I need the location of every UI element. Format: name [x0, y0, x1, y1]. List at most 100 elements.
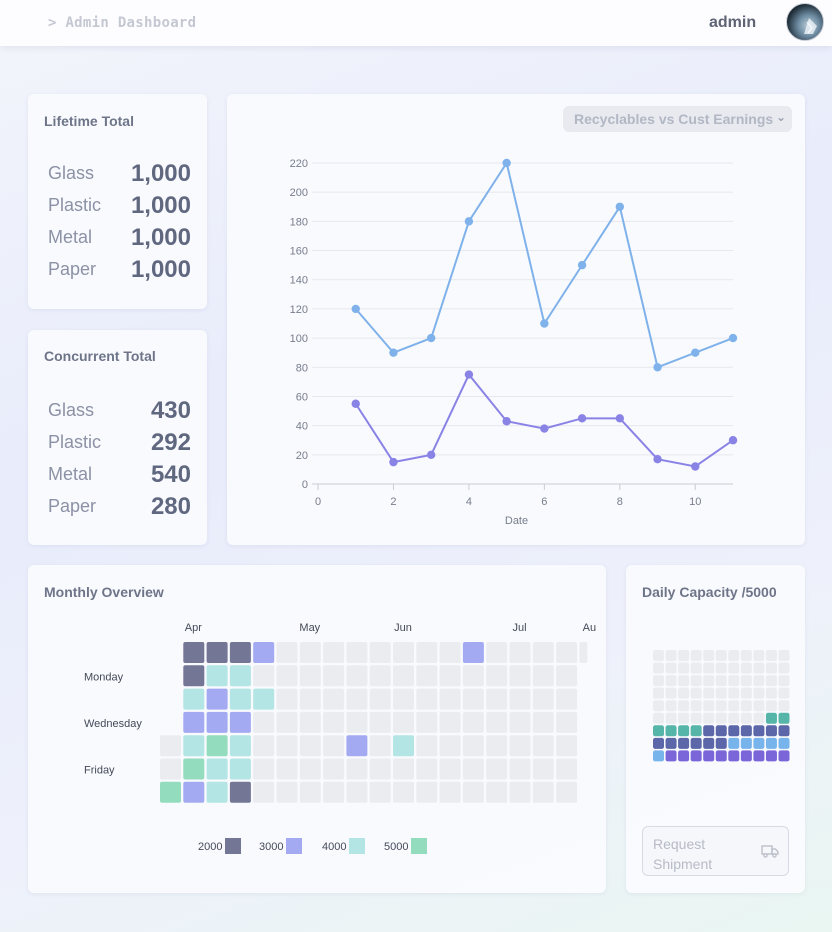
heatmap-cell: [206, 688, 228, 710]
capacity-cell: [778, 712, 790, 724]
capacity-cell: [703, 662, 715, 674]
capacity-cell: [740, 712, 752, 724]
data-point: [691, 348, 700, 357]
data-point: [426, 450, 436, 460]
heatmap-cell: [416, 758, 438, 780]
data-point: [426, 333, 436, 343]
username[interactable]: admin: [709, 14, 756, 32]
heatmap-cell: [299, 781, 321, 803]
capacity-cell: [728, 700, 740, 712]
heatmap-cell: [579, 642, 588, 663]
y-tick-label: 140: [290, 275, 308, 287]
heatmap-cell: [323, 711, 345, 733]
heatmap-cell: [346, 711, 368, 733]
legend-label: 3000: [259, 841, 283, 853]
heatmap-cell: [462, 665, 484, 687]
heatmap-cell: [462, 711, 484, 733]
capacity-cell: [715, 662, 727, 674]
capacity-cell: [728, 750, 740, 762]
heatmap-cell: [439, 735, 461, 757]
capacity-cell: [653, 675, 664, 687]
capacity-cell: [753, 700, 765, 712]
heatmap-cell: [253, 711, 275, 733]
heatmap-cell: [346, 781, 368, 803]
heatmap-cell: [323, 735, 345, 757]
heatmap-cell: [393, 758, 414, 780]
data-point: [351, 304, 360, 314]
heatmap-cell: [509, 735, 531, 757]
capacity-cell: [715, 687, 727, 699]
month-label: Au: [583, 622, 596, 634]
capacity-cell: [753, 687, 765, 699]
capacity-cell: [665, 675, 677, 687]
heatmap-cell: [346, 688, 368, 710]
heatmap-cell: [369, 781, 391, 803]
capacity-cell: [703, 650, 715, 661]
capacity-cell: [690, 750, 702, 762]
x-tick-label: 8: [617, 496, 623, 508]
capacity-cell: [778, 650, 790, 661]
y-tick-label: 40: [296, 421, 308, 433]
stat-value: 540: [150, 461, 191, 488]
heatmap-cell: [556, 711, 578, 733]
monthly-heatmap: Monthly Overview Apr May Jun Jul Au Monday Wed…: [44, 584, 596, 854]
heatmap-cell: [509, 758, 531, 780]
capacity-cell: [740, 700, 752, 712]
capacity-cell: [653, 737, 664, 749]
x-tick-label: 0: [315, 496, 321, 508]
request-shipment-button[interactable]: Request Shipment: [642, 826, 789, 876]
capacity-cell: [740, 737, 752, 749]
capacity-cell: [765, 725, 777, 737]
heatmap-cell: [229, 735, 251, 757]
stat-label: Plastic: [48, 195, 102, 215]
capacity-cell: [753, 675, 765, 687]
capacity-cell: [740, 725, 752, 737]
capacity-cell: [753, 662, 765, 674]
heatmap-cell: [253, 758, 275, 780]
capacity-cell: [728, 725, 740, 737]
heatmap-cell: [206, 758, 228, 780]
heatmap-cell: [532, 735, 554, 757]
day-label: Wednesday: [84, 718, 142, 730]
capacity-cell: [765, 650, 777, 661]
capacity-cell: [665, 750, 677, 762]
top-bar: > Admin Dashboard admin: [0, 0, 832, 46]
capacity-cell: [753, 737, 765, 749]
capacity-cell: [678, 675, 690, 687]
capacity-cell: [740, 687, 752, 699]
heatmap-cell: [532, 711, 554, 733]
breadcrumb[interactable]: > Admin Dashboard: [48, 15, 196, 31]
x-tick-label: 10: [689, 496, 701, 508]
heatmap-cell: [416, 642, 438, 663]
data-point: [728, 333, 738, 343]
heatmap-cell: [393, 735, 414, 757]
heatmap-cell: [486, 781, 508, 803]
heatmap-cell: [369, 642, 391, 663]
capacity-cell: [690, 675, 702, 687]
heatmap-cell: [462, 781, 484, 803]
data-point: [351, 399, 360, 408]
capacity-cell: [678, 700, 690, 712]
legend-label: 2000: [198, 841, 222, 853]
heatmap-cell: [276, 711, 298, 733]
line-chart-card: Recyclables vs Cust Earnings ⌄ 0 20 40 60 80…: [227, 94, 805, 545]
heatmap-cell: [323, 665, 345, 687]
heatmap-cell: [299, 758, 321, 780]
heatmap-cell: [160, 781, 181, 803]
avatar[interactable]: [786, 3, 824, 41]
heatmap-cell: [206, 642, 228, 663]
y-tick-label: 200: [290, 187, 308, 199]
heatmap-cell: [439, 642, 461, 663]
heatmap-cell: [183, 735, 205, 757]
monthly-overview-title: Monthly Overview: [44, 584, 164, 600]
heatmap-cell: [346, 735, 368, 757]
capacity-cell: [715, 725, 727, 737]
month-label: Jun: [394, 622, 412, 634]
heatmap-cell: [346, 642, 368, 663]
heatmap-cell: [462, 735, 484, 757]
y-tick-label: 220: [290, 158, 308, 170]
capacity-cell: [715, 712, 727, 724]
capacity-cell: [678, 725, 690, 737]
legend-label: 5000: [384, 841, 408, 853]
heatmap-cell: [509, 711, 531, 733]
